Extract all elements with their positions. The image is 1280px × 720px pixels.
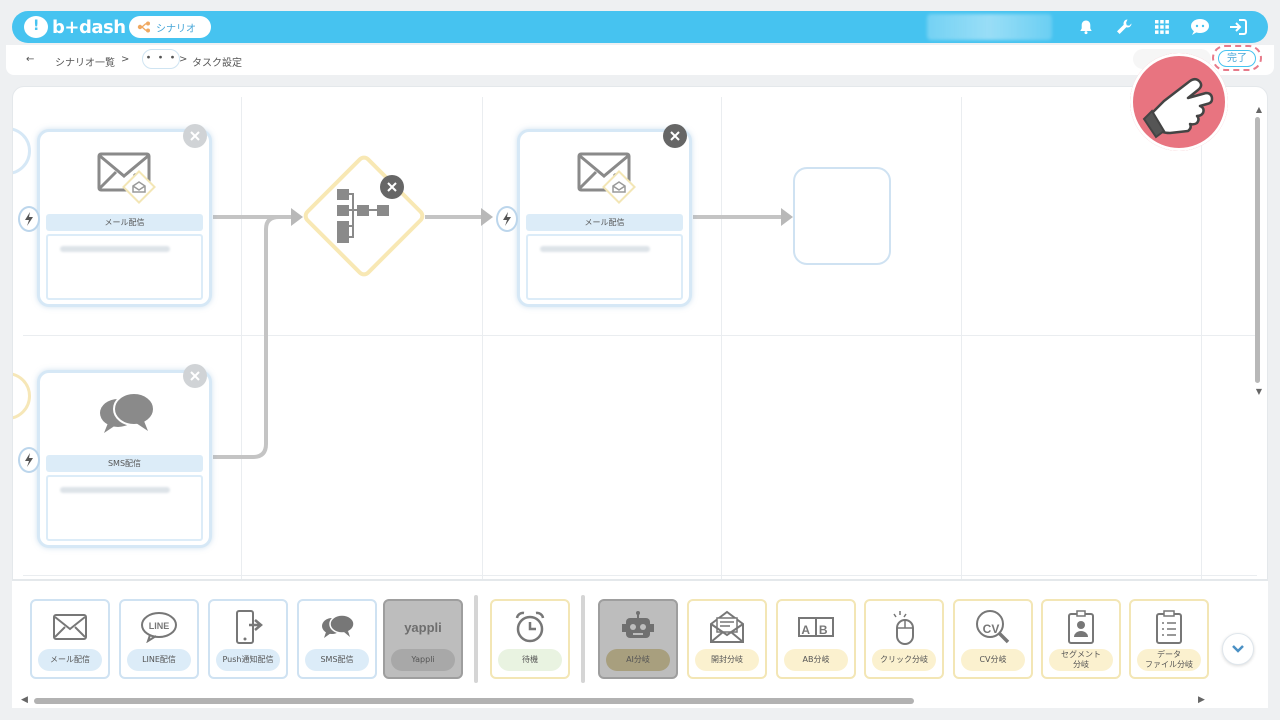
- scenario-canvas[interactable]: メール配信 SMS配信 メール配信 ▲ ▼: [12, 86, 1268, 580]
- close-icon[interactable]: [183, 124, 207, 148]
- breadcrumb-separator: >: [179, 54, 188, 65]
- apps-grid-icon[interactable]: [1152, 17, 1172, 37]
- node-description-box[interactable]: [46, 475, 203, 541]
- logo-bubble-icon: [24, 16, 48, 38]
- breadcrumb: ← シナリオ一覧 > ・・・ > タスク設定: [6, 45, 1274, 75]
- scenario-module-pill[interactable]: シナリオ: [129, 16, 211, 38]
- palette-item-wait[interactable]: 待機: [490, 599, 570, 679]
- node-description-box[interactable]: [526, 234, 683, 300]
- palette-item-ai-branch[interactable]: AI分岐: [598, 599, 678, 679]
- palette-label: 開封分岐: [695, 649, 759, 671]
- palette-label: CV分岐: [961, 649, 1025, 671]
- breadcrumb-ellipsis-button[interactable]: ・・・: [142, 49, 180, 69]
- palette-item-segment-branch[interactable]: セグメント 分岐: [1041, 599, 1121, 679]
- close-icon[interactable]: [663, 124, 687, 148]
- palette-item-cv-branch[interactable]: CV CV分岐: [953, 599, 1033, 679]
- back-arrow-button[interactable]: ←: [26, 54, 34, 65]
- push-icon: [236, 610, 263, 644]
- trigger-bolt-icon[interactable]: [496, 206, 518, 232]
- palette-label: 待機: [498, 649, 562, 671]
- mouse-click-icon: [893, 611, 914, 645]
- pointing-hand-icon: [1142, 78, 1214, 139]
- node-title: メール配信: [526, 214, 683, 231]
- node-description-box[interactable]: [46, 234, 203, 300]
- palette-label: SMS配信: [305, 649, 369, 671]
- node-title: SMS配信: [46, 455, 203, 472]
- scenario-flow-icon: [137, 21, 150, 33]
- palette-label: データ ファイル分岐: [1137, 649, 1201, 671]
- palette-label: クリック分岐: [872, 649, 936, 671]
- line-icon: LINE: [141, 612, 177, 643]
- palette-item-yappli[interactable]: yappli Yappli: [383, 599, 463, 679]
- trigger-bolt-icon[interactable]: [18, 206, 40, 232]
- app-logo[interactable]: b+dash: [24, 16, 126, 38]
- palette-item-line[interactable]: LINE LINE配信: [119, 599, 199, 679]
- close-icon[interactable]: [183, 364, 207, 388]
- empty-drop-slot[interactable]: [793, 167, 891, 265]
- palette-divider: [474, 595, 478, 683]
- palette-label: AB分岐: [784, 649, 848, 671]
- branch-icon: [337, 189, 389, 243]
- palette-label: メール配信: [38, 649, 102, 671]
- palette-divider: [581, 595, 585, 683]
- bell-icon[interactable]: [1076, 17, 1096, 37]
- breadcrumb-scenario-list[interactable]: シナリオ一覧: [55, 54, 115, 69]
- palette-label: Yappli: [391, 649, 455, 671]
- breadcrumb-current: タスク設定: [192, 58, 242, 69]
- ab-test-label: A B: [801, 623, 831, 637]
- svg-text:LINE: LINE: [149, 621, 170, 631]
- mail-icon: [53, 614, 87, 640]
- palette-label: セグメント 分岐: [1049, 649, 1113, 671]
- badge-icon: [1068, 610, 1094, 644]
- sms-icon: [99, 392, 155, 433]
- palette-label-line: セグメント 分岐: [1061, 650, 1101, 669]
- vertical-scrollbar[interactable]: [1255, 117, 1260, 383]
- palette-item-sms[interactable]: SMS配信: [297, 599, 377, 679]
- palette-label: LINE配信: [127, 649, 191, 671]
- task-palette: メール配信 LINE LINE配信 Push通知配信 SMS配信 yappli …: [12, 580, 1268, 708]
- mail-icon: [97, 152, 156, 204]
- wrench-icon[interactable]: [1114, 17, 1134, 37]
- scroll-right-arrow[interactable]: ▶: [1198, 695, 1205, 705]
- node-mail-delivery[interactable]: メール配信: [37, 129, 212, 307]
- node-sms-delivery[interactable]: SMS配信: [37, 370, 212, 548]
- robot-icon: [622, 611, 654, 638]
- palette-label-line: データ ファイル分岐: [1145, 650, 1193, 669]
- node-mail-delivery[interactable]: メール配信: [517, 129, 692, 307]
- logo-text: b+dash: [52, 16, 126, 38]
- palette-label: Push通知配信: [216, 649, 280, 671]
- open-mail-icon: [710, 610, 744, 643]
- trigger-bolt-icon[interactable]: [18, 447, 40, 473]
- palette-item-ab-branch[interactable]: A B AB分岐: [776, 599, 856, 679]
- chat-support-icon[interactable]: [1190, 17, 1210, 37]
- sms-icon: [322, 614, 355, 638]
- palette-item-push[interactable]: Push通知配信: [208, 599, 288, 679]
- scroll-up-arrow[interactable]: ▲: [1256, 105, 1262, 114]
- chevron-down-icon: [1232, 645, 1244, 653]
- palette-item-datafile-branch[interactable]: データ ファイル分岐: [1129, 599, 1209, 679]
- mail-icon: [577, 152, 636, 204]
- account-info-blurred[interactable]: [927, 14, 1052, 40]
- close-icon[interactable]: [380, 175, 404, 199]
- palette-item-click-branch[interactable]: クリック分岐: [864, 599, 944, 679]
- tutorial-pointer-callout: [1130, 53, 1228, 151]
- scroll-down-arrow[interactable]: ▼: [1256, 387, 1262, 396]
- palette-toggle-button[interactable]: [1222, 633, 1254, 665]
- yappli-logo: yappli: [404, 619, 442, 635]
- logout-icon[interactable]: [1228, 17, 1248, 37]
- scenario-module-label: シナリオ: [156, 23, 196, 35]
- palette-item-open-branch[interactable]: 開封分岐: [687, 599, 767, 679]
- clipboard-icon: [1156, 610, 1182, 644]
- breadcrumb-separator: >: [121, 54, 130, 65]
- alarm-clock-icon: [515, 611, 545, 643]
- palette-label: AI分岐: [606, 649, 670, 671]
- scroll-left-arrow[interactable]: ◀: [21, 695, 28, 705]
- top-header: b+dash シナリオ: [12, 11, 1268, 43]
- horizontal-scrollbar[interactable]: [34, 698, 914, 704]
- palette-item-mail[interactable]: メール配信: [30, 599, 110, 679]
- node-title: メール配信: [46, 214, 203, 231]
- cv-label: CV: [982, 622, 1000, 636]
